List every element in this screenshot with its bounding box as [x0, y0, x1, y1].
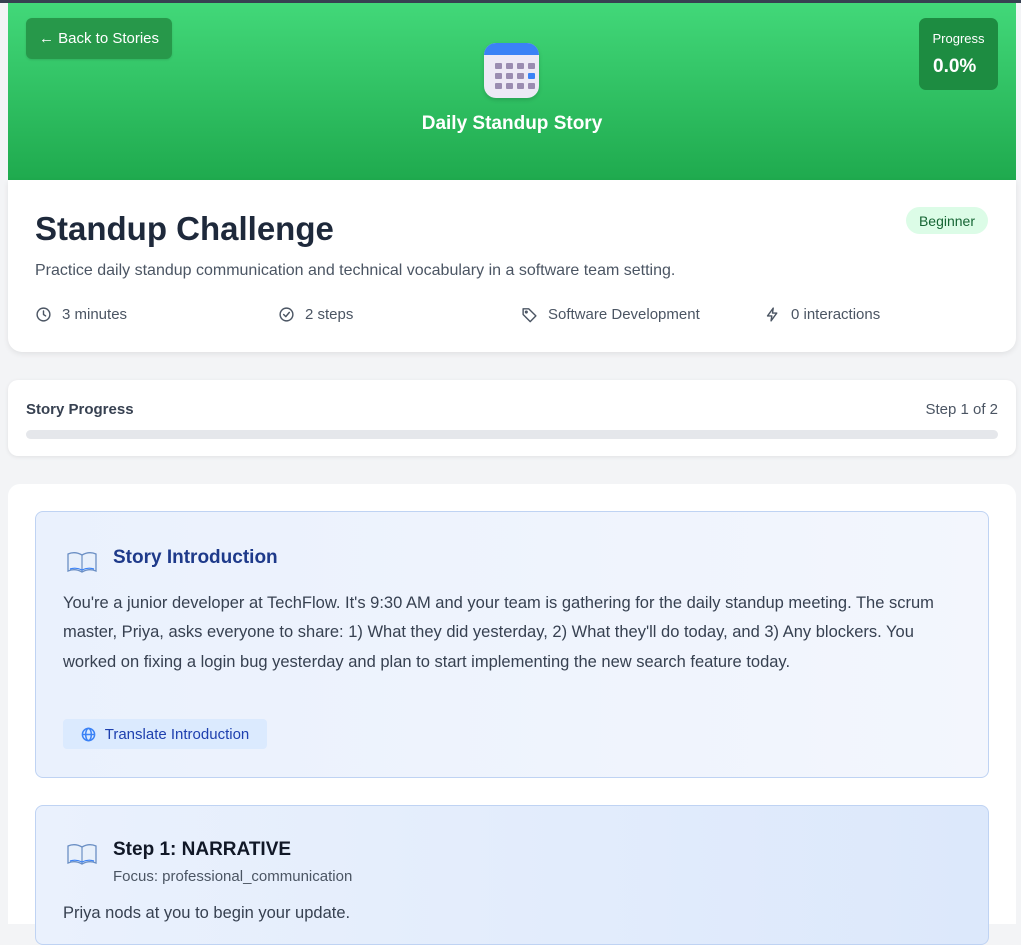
story-introduction-panel: Story Introduction You're a junior devel… — [35, 511, 989, 778]
tag-icon — [522, 308, 537, 323]
story-description: Practice daily standup communication and… — [35, 262, 676, 279]
duration-text: 3 minutes — [62, 306, 128, 323]
story-progress-label: Story Progress — [26, 401, 134, 418]
step-panel: Step 1: NARRATIVE Focus: professional_co… — [35, 805, 989, 945]
step-focus: Focus: professional_communication — [113, 868, 353, 885]
category-text: Software Development — [548, 306, 700, 323]
progress-indicator: Progress 0.0% — [919, 18, 998, 90]
progress-bar-track — [26, 430, 998, 439]
progress-value: 0.0% — [933, 56, 977, 77]
open-book-icon — [67, 552, 97, 573]
story-progress-card: Story Progress Step 1 of 2 — [8, 380, 1016, 456]
page-title: Standup Challenge — [35, 210, 334, 247]
clock-icon — [36, 307, 51, 322]
difficulty-badge: Beginner — [905, 207, 988, 234]
category-meta: Software Development — [521, 306, 700, 323]
interactions-text: 0 interactions — [791, 306, 881, 323]
step-counter: Step 1 of 2 — [925, 401, 998, 418]
duration-meta: 3 minutes — [35, 306, 127, 323]
story-info-card: Standup Challenge Beginner Practice dail… — [8, 180, 1016, 352]
introduction-heading: Story Introduction — [113, 547, 278, 568]
translate-introduction-button[interactable]: Translate Introduction — [63, 719, 267, 749]
globe-icon — [81, 727, 96, 741]
back-to-stories-button[interactable]: ← Back to Stories — [26, 18, 172, 59]
story-header: ← Back to Stories Daily Standup Story Pr… — [8, 3, 1016, 180]
progress-label: Progress — [932, 31, 985, 46]
interactions-meta: 0 interactions — [764, 306, 880, 323]
calendar-icon — [484, 43, 539, 98]
introduction-text: You're a junior developer at TechFlow. I… — [63, 594, 934, 671]
steps-text: 2 steps — [305, 306, 354, 323]
open-book-icon — [67, 844, 97, 865]
story-name: Daily Standup Story — [421, 113, 603, 134]
step-text: Priya nods at you to begin your update. — [63, 904, 351, 922]
translate-label: Translate Introduction — [104, 725, 250, 743]
check-circle-icon — [279, 307, 294, 322]
story-content: Story Introduction You're a junior devel… — [8, 484, 1016, 945]
lightning-icon — [766, 307, 778, 322]
step-heading: Step 1: NARRATIVE — [113, 839, 292, 860]
steps-meta: 2 steps — [278, 306, 353, 323]
